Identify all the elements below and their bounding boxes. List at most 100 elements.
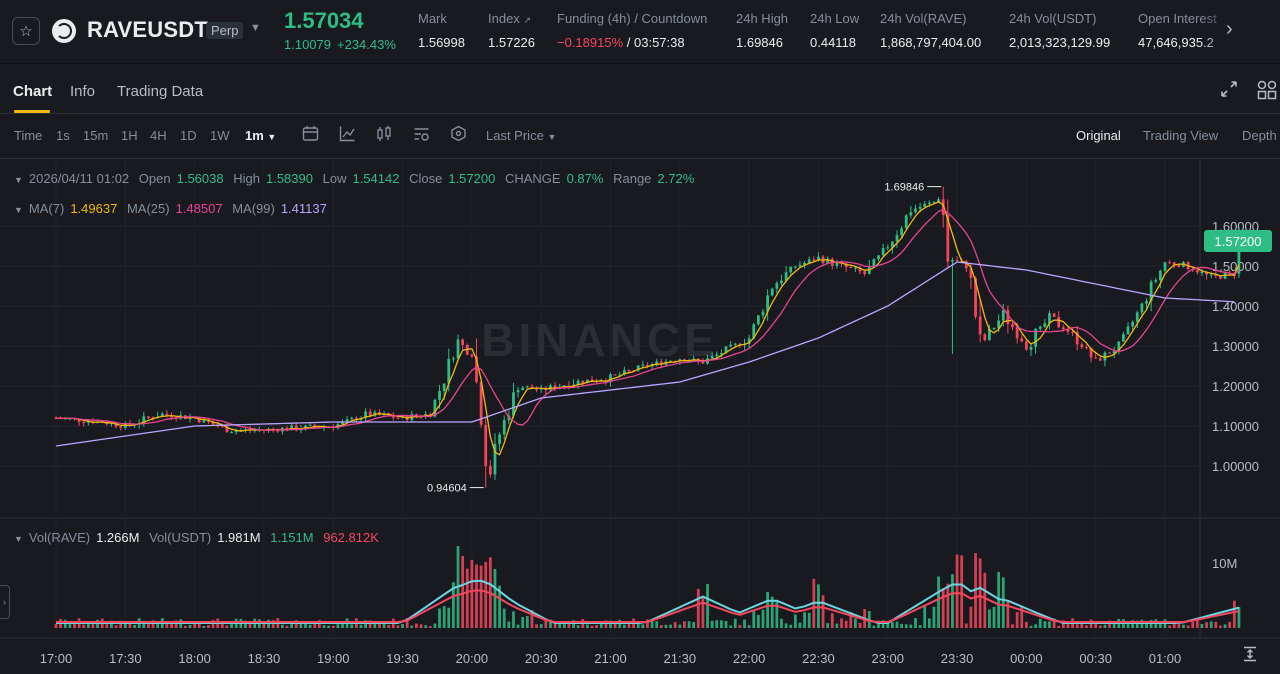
collapse-chevron-icon[interactable]: ▼ bbox=[14, 175, 23, 185]
funding-rate: −0.18915% bbox=[557, 35, 624, 50]
fullscreen-icon[interactable] bbox=[1220, 80, 1238, 103]
stat-24h-high: 24h High 1.69846 bbox=[736, 11, 788, 50]
interval-15m[interactable]: 15m bbox=[83, 128, 108, 143]
x-tick-label: 21:00 bbox=[594, 651, 627, 666]
volume-bar bbox=[1209, 621, 1213, 628]
candle-body bbox=[1135, 312, 1139, 322]
volume-bar bbox=[964, 623, 968, 628]
volume-bar bbox=[419, 624, 423, 628]
candle-body bbox=[1163, 262, 1167, 271]
candle-body bbox=[525, 386, 529, 388]
volume-bar bbox=[535, 624, 538, 628]
candle-body bbox=[951, 260, 954, 262]
volume-bar bbox=[988, 609, 991, 628]
candle-body bbox=[461, 339, 465, 345]
volume-bar bbox=[960, 555, 964, 628]
indicator-line-icon[interactable] bbox=[339, 125, 356, 147]
stat-value: 0.44118 bbox=[810, 35, 857, 50]
calendar-icon[interactable] bbox=[302, 125, 319, 147]
chevron-right-icon[interactable]: › bbox=[0, 585, 10, 619]
high-value: 1.58390 bbox=[265, 171, 313, 186]
volume-bar bbox=[442, 606, 446, 628]
volume-bar bbox=[659, 625, 663, 628]
x-tick-label: 00:30 bbox=[1079, 651, 1112, 666]
x-tick-label: 00:00 bbox=[1010, 651, 1043, 666]
candle-body bbox=[914, 208, 917, 213]
volume-bar bbox=[683, 621, 686, 628]
volume-bar bbox=[475, 564, 478, 628]
volume-bar bbox=[502, 608, 506, 628]
volume-bar bbox=[655, 621, 659, 628]
volume-bar bbox=[1098, 625, 1102, 628]
volume-bar bbox=[622, 624, 626, 628]
stat-index[interactable]: Index ↗ 1.57226 bbox=[488, 11, 535, 50]
tab-chart[interactable]: Chart bbox=[13, 83, 52, 100]
price-type-select[interactable]: Last Price ▼ bbox=[486, 128, 556, 143]
tab-trading-data[interactable]: Trading Data bbox=[117, 83, 203, 100]
interval-1d[interactable]: 1D bbox=[180, 128, 197, 143]
autoscale-icon[interactable] bbox=[1242, 646, 1258, 666]
volume-bar bbox=[336, 624, 340, 628]
volume-bar bbox=[586, 624, 589, 628]
collapse-chevron-icon[interactable]: ▼ bbox=[14, 534, 23, 544]
volume-bar bbox=[415, 623, 418, 628]
low-annotation: 0.94604 bbox=[427, 483, 467, 495]
price-chart[interactable]: 1.60000 1.50000 1.40000 1.30000 1.20000 1.100… bbox=[0, 160, 1280, 674]
collapse-chevron-icon[interactable]: ▼ bbox=[14, 205, 23, 215]
volume-bar bbox=[479, 565, 483, 628]
chart-canvas[interactable]: 1.600001.500001.400001.300001.200001.100… bbox=[0, 160, 1280, 674]
x-tick-label: 17:30 bbox=[109, 651, 142, 666]
volume-bar bbox=[932, 606, 936, 628]
candle-body bbox=[733, 343, 737, 345]
view-original[interactable]: Original bbox=[1076, 128, 1121, 143]
volume-bar bbox=[544, 620, 548, 628]
candle-body bbox=[516, 390, 520, 393]
candle-body bbox=[909, 212, 913, 216]
candle-type-icon[interactable] bbox=[376, 125, 393, 147]
volume-bar bbox=[1145, 623, 1148, 628]
interval-1w[interactable]: 1W bbox=[210, 128, 230, 143]
candle-body bbox=[849, 267, 853, 269]
candle-body bbox=[581, 380, 585, 384]
settings-sliders-icon[interactable] bbox=[413, 125, 430, 147]
candle-body bbox=[1098, 358, 1102, 361]
interval-4h[interactable]: 4H bbox=[150, 128, 167, 143]
volume-bar bbox=[706, 584, 709, 628]
symbol-name[interactable]: RAVEUSDT bbox=[87, 17, 208, 43]
interval-1m-selected[interactable]: 1m ▼ bbox=[245, 128, 276, 143]
layout-grid-icon[interactable] bbox=[1257, 80, 1277, 105]
candle-body bbox=[904, 215, 908, 229]
volume-bar bbox=[858, 622, 862, 628]
candle-body bbox=[710, 355, 714, 359]
view-depth[interactable]: Depth bbox=[1242, 128, 1277, 143]
candle-body bbox=[396, 417, 400, 419]
chevron-right-icon[interactable]: › bbox=[1226, 18, 1233, 41]
volume-bar bbox=[798, 622, 802, 628]
interval-time[interactable]: Time bbox=[14, 128, 42, 143]
volume-bar bbox=[872, 625, 876, 628]
favorite-star-icon[interactable]: ☆ bbox=[12, 17, 40, 45]
stat-label: Index ↗ bbox=[488, 11, 531, 26]
shield-icon[interactable] bbox=[450, 125, 467, 147]
volume-bar bbox=[715, 620, 719, 628]
volume-bar bbox=[114, 625, 118, 628]
volume-bar bbox=[946, 583, 950, 628]
view-trading-view[interactable]: Trading View bbox=[1143, 128, 1218, 143]
candle-body bbox=[119, 426, 123, 428]
volume-bar bbox=[710, 620, 714, 628]
symbol-dropdown-chevron-icon[interactable]: ▼ bbox=[250, 22, 261, 34]
candle-body bbox=[854, 267, 857, 269]
stat-label: 24h Vol(RAVE) bbox=[880, 11, 967, 26]
volume-bar bbox=[992, 606, 996, 628]
volume-bar bbox=[1029, 625, 1033, 628]
volume-bar bbox=[428, 625, 432, 628]
ticker-bar: ☆ RAVEUSDT Perp ▼ 1.57034 1.10079 +234.43… bbox=[0, 0, 1280, 64]
candle-body bbox=[350, 418, 354, 420]
interval-1s[interactable]: 1s bbox=[56, 128, 70, 143]
volume-bar bbox=[673, 622, 677, 628]
volume-bar bbox=[969, 606, 973, 628]
volume-bar bbox=[669, 624, 672, 628]
interval-1h[interactable]: 1H bbox=[121, 128, 138, 143]
tab-info[interactable]: Info bbox=[70, 83, 95, 100]
volume-bar bbox=[733, 618, 737, 628]
